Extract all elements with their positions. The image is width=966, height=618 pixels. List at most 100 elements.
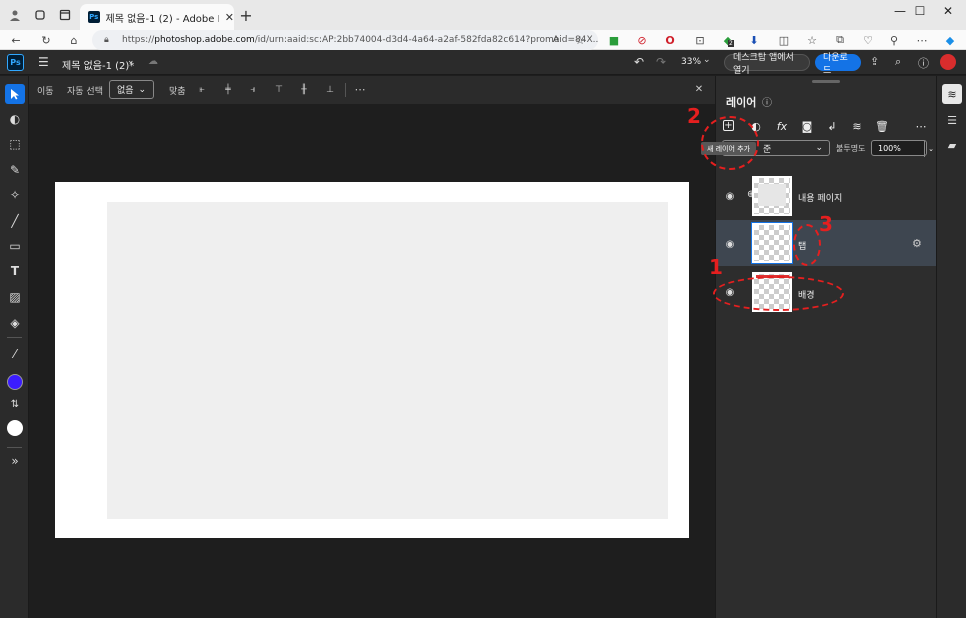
document-title[interactable]: 제목 없음-1 (2)* bbox=[62, 57, 134, 72]
align-bottom-icon[interactable]: ⊥ bbox=[325, 84, 335, 95]
url-path: /id/urn:aaid:sc:AP:2bb74004-d3d4-4a64-a2… bbox=[254, 35, 598, 45]
undo-icon[interactable]: ↶ bbox=[634, 55, 644, 69]
healing-brush-tool-icon[interactable]: ✎ bbox=[5, 160, 25, 180]
copilot-icon[interactable]: ◆ bbox=[942, 32, 958, 48]
align-center-h-icon[interactable]: ╪ bbox=[223, 84, 233, 95]
avatar[interactable] bbox=[940, 54, 956, 70]
background-color-swatch[interactable] bbox=[7, 420, 23, 436]
quick-select-tool-icon[interactable]: ⬚ bbox=[5, 134, 25, 154]
help-icon[interactable]: ⓘ bbox=[918, 55, 929, 71]
share-icon[interactable]: ⇪ bbox=[870, 55, 879, 68]
delete-layer-icon[interactable]: 🗑︎ bbox=[875, 119, 889, 133]
close-options-icon[interactable]: ✕ bbox=[694, 84, 704, 95]
opacity-label: 불투명도 bbox=[836, 144, 866, 153]
rectangle-tool-icon[interactable]: ▭ bbox=[5, 236, 25, 256]
visibility-eye-icon[interactable]: ◉ bbox=[723, 189, 737, 203]
move-label: 이동 bbox=[37, 87, 54, 97]
tools-toolbar: ◐ ⬚ ✎ ✧ ╱ ▭ T ▨ ◈ ⁄ ⇅ » bbox=[0, 76, 29, 618]
favorites-icon[interactable]: ☆ bbox=[804, 32, 820, 48]
reload-icon[interactable]: ↻ bbox=[38, 32, 54, 48]
comments-panel-icon[interactable]: ▰ bbox=[942, 135, 962, 155]
split-screen-icon[interactable]: ◫ bbox=[776, 32, 792, 48]
extension-scan-icon[interactable]: ⊡ bbox=[692, 32, 708, 48]
profile-icon[interactable] bbox=[6, 6, 24, 24]
close-tab-icon[interactable]: ✕ bbox=[225, 11, 234, 24]
read-aloud-icon[interactable]: A bbox=[548, 32, 564, 48]
effects-fx-icon[interactable]: fx bbox=[775, 119, 789, 133]
collections-icon[interactable]: ⧉ bbox=[832, 32, 848, 48]
performance-icon[interactable]: ♡ bbox=[860, 32, 876, 48]
zoom-level[interactable]: 33% bbox=[681, 57, 701, 67]
align-middle-v-icon[interactable]: ╫ bbox=[299, 84, 309, 95]
info-icon[interactable]: ⓘ bbox=[762, 94, 772, 109]
chevron-down-icon: ⌄ bbox=[138, 84, 147, 95]
move-tool-icon[interactable] bbox=[5, 84, 25, 104]
extension-block-icon[interactable]: ⊘ bbox=[634, 32, 650, 48]
auto-select-dropdown[interactable]: 없음 ⌄ bbox=[109, 80, 154, 99]
visibility-eye-icon[interactable]: ◉ bbox=[723, 237, 737, 251]
opera-icon[interactable]: O bbox=[662, 32, 678, 48]
close-window-icon[interactable]: ✕ bbox=[930, 0, 966, 22]
content-rectangle[interactable] bbox=[107, 202, 668, 519]
brush-tool-icon[interactable]: ╱ bbox=[5, 211, 25, 231]
align-left-icon[interactable]: ⫦ bbox=[197, 84, 207, 95]
annotation-circle-background-layer bbox=[713, 276, 844, 311]
hamburger-menu-icon[interactable]: ☰ bbox=[38, 55, 49, 69]
eyedropper-tool-icon[interactable]: ⁄ bbox=[5, 344, 25, 364]
browser-tab[interactable]: Ps 제목 없음-1 (2) - Adobe Photosh ✕ bbox=[80, 4, 234, 30]
toolbar-divider bbox=[7, 337, 22, 338]
annotation-circle-tab-layer bbox=[793, 224, 821, 266]
more-options-icon[interactable]: ⋯ bbox=[355, 83, 366, 96]
url-field[interactable]: 🔒︎ https://photoshop.adobe.com/id/urn:aa… bbox=[92, 30, 598, 50]
align-top-icon[interactable]: ⊤ bbox=[274, 84, 284, 95]
title-dropdown-icon[interactable]: ⌄ bbox=[127, 56, 135, 66]
extension-badge-icon[interactable]: ◆2 bbox=[720, 32, 736, 48]
paint-bucket-tool-icon[interactable]: ◈ bbox=[5, 313, 25, 333]
expand-toolbar-icon[interactable]: » bbox=[5, 451, 25, 471]
layer-thumbnail bbox=[751, 222, 793, 264]
swap-colors-icon[interactable]: ⇅ bbox=[5, 394, 25, 414]
annotation-number-2: 2 bbox=[687, 104, 701, 128]
photoshop-logo[interactable]: Ps bbox=[7, 54, 24, 71]
extension-green-icon[interactable]: ■ bbox=[606, 32, 622, 48]
clipping-mask-icon[interactable]: ↲ bbox=[825, 119, 839, 133]
browser-tab-bar: Ps 제목 없음-1 (2) - Adobe Photosh ✕ + — ☐ ✕ bbox=[0, 0, 966, 30]
zoom-dropdown-icon[interactable]: ⌄ bbox=[703, 55, 711, 65]
download-arrow-icon[interactable]: ⬇ bbox=[746, 32, 762, 48]
photoshop-header: Ps ☰ 제목 없음-1 (2)* ⌄ ☁ ↶ ↷ 33% ⌄ 데스크탑 앱에서… bbox=[0, 50, 966, 76]
workspaces-icon[interactable] bbox=[31, 6, 49, 24]
clone-stamp-tool-icon[interactable]: ✧ bbox=[5, 185, 25, 205]
extensions-icon[interactable]: ⚲ bbox=[886, 32, 902, 48]
opacity-field[interactable]: 100% ⌄ bbox=[871, 140, 934, 157]
tab-actions-icon[interactable] bbox=[56, 6, 74, 24]
properties-panel-icon[interactable]: ☰ bbox=[942, 110, 962, 130]
download-button[interactable]: 다운로드 bbox=[815, 53, 861, 76]
panel-drag-handle[interactable] bbox=[812, 80, 840, 83]
redo-icon[interactable]: ↷ bbox=[656, 55, 666, 69]
object-select-tool-icon[interactable]: ◐ bbox=[5, 109, 25, 129]
extension-badge-count: 2 bbox=[728, 40, 734, 47]
image-tool-icon[interactable]: ▨ bbox=[5, 287, 25, 307]
foreground-color-swatch[interactable] bbox=[7, 374, 23, 390]
search-icon[interactable]: ⌕ bbox=[895, 55, 901, 69]
annotation-number-1: 1 bbox=[709, 255, 723, 279]
document-canvas[interactable] bbox=[55, 182, 689, 538]
panel-more-icon[interactable]: ⋯ bbox=[914, 119, 928, 133]
back-icon[interactable]: ← bbox=[8, 32, 24, 48]
canvas-workspace[interactable] bbox=[29, 104, 715, 618]
new-tab-icon[interactable]: + bbox=[237, 6, 255, 25]
more-menu-icon[interactable]: ⋯ bbox=[914, 32, 930, 48]
lock-icon: 🔒︎ bbox=[104, 35, 109, 45]
home-icon[interactable]: ⌂ bbox=[66, 32, 82, 48]
layer-name: 내용 페이지 bbox=[798, 194, 843, 204]
type-tool-icon[interactable]: T bbox=[5, 261, 25, 281]
layer-properties-icon[interactable]: ⚙ bbox=[912, 237, 922, 250]
photoshop-favicon-icon: Ps bbox=[88, 11, 100, 23]
layer-mask-icon[interactable]: ◙ bbox=[800, 119, 814, 133]
url-host: photoshop.adobe.com bbox=[154, 35, 255, 45]
layers-panel-icon[interactable]: ≋ bbox=[942, 84, 962, 104]
open-in-desktop-button[interactable]: 데스크탑 앱에서 열기 bbox=[724, 53, 810, 76]
align-right-icon[interactable]: ⫣ bbox=[248, 84, 258, 95]
favorite-star-icon[interactable]: ☆ bbox=[572, 32, 588, 48]
layer-stack-icon[interactable]: ≋ bbox=[850, 119, 864, 133]
